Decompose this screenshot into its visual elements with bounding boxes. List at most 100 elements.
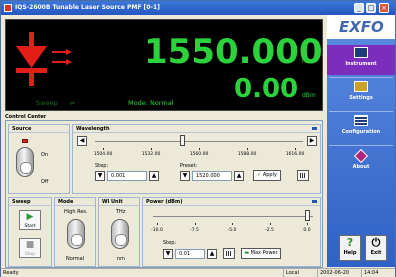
mode-title: Mode <box>55 198 95 206</box>
nav-divider <box>329 77 393 78</box>
power-scale-tick <box>269 223 271 225</box>
wavelength-step-down-button[interactable]: ▼ <box>95 171 105 181</box>
sweep-title: Sweep <box>9 198 51 206</box>
nav-item-about[interactable]: About <box>327 148 395 179</box>
help-label: Help <box>343 250 357 256</box>
sweep-indicator: Sweep <box>36 99 58 107</box>
title-bar: IQS-2600B Tunable Laser Source PMF [0-1]… <box>1 1 395 15</box>
max-power-button[interactable]: ▬ Max Power <box>241 248 281 259</box>
wl-unit-toggle[interactable] <box>111 219 129 249</box>
stop-icon: ■ <box>25 240 35 250</box>
nav-item-label: About <box>352 164 370 170</box>
nav-item-label: Instrument <box>345 61 377 67</box>
wavelength-title: Wavelength <box>73 125 320 133</box>
about-icon <box>353 148 369 164</box>
sweep-group: Sweep ▶ Start ■ Stop <box>8 197 52 267</box>
wavelength-slider-track <box>95 141 303 142</box>
power-step-field[interactable]: 0.01 <box>175 249 205 259</box>
play-icon: ▶ <box>26 212 34 222</box>
status-bar: Ready Local 2002-06-20 14:04 <box>1 268 395 277</box>
app-icon <box>4 4 12 12</box>
source-led <box>22 139 28 143</box>
preset-label: Preset: <box>180 163 198 169</box>
exit-button[interactable]: ⏻ Exit <box>365 235 387 261</box>
wavelength-increase-button[interactable]: ▶ <box>307 136 317 146</box>
help-button[interactable]: ? Help <box>339 235 361 261</box>
start-label: Start <box>24 224 36 229</box>
status-mode: Local <box>283 269 317 277</box>
nav-item-label: Configuration <box>341 129 381 135</box>
stop-label: Stop <box>24 252 36 257</box>
checkmark-icon: ✓ <box>257 172 262 178</box>
power-scale-tick-label: 0.0 <box>303 228 311 233</box>
maximize-button[interactable]: □ <box>366 3 376 13</box>
power-slider-track <box>153 216 313 217</box>
power-keypad-button[interactable] <box>223 248 235 259</box>
main-display: 1550.000 nm 0.00 dBm Sweep ⇌ Mode: Norma… <box>5 19 323 111</box>
power-indicator <box>312 200 317 203</box>
wavelength-scale-tick-label: 1560.00 <box>189 152 209 157</box>
mode-toggle[interactable] <box>67 219 85 249</box>
wavelength-step-label: Step: <box>95 163 109 169</box>
source-toggle[interactable] <box>16 147 34 177</box>
power-step-label: Step: <box>163 240 177 246</box>
settings-icon <box>354 81 368 92</box>
nav-item-settings[interactable]: Settings <box>327 79 395 109</box>
apply-button[interactable]: ✓ Apply <box>253 170 281 181</box>
app-window: IQS-2600B Tunable Laser Source PMF [0-1]… <box>0 0 396 277</box>
wavelength-scale-tick <box>151 148 152 150</box>
wavelength-scale-tick <box>199 148 200 150</box>
max-power-label: Max Power <box>250 250 278 256</box>
power-icon: ⏻ <box>371 236 381 249</box>
status-time: 14:04 <box>361 269 395 277</box>
wavelength-scale-tick <box>295 148 296 150</box>
power-slider-thumb[interactable] <box>305 210 310 221</box>
wavelength-scale-tick <box>247 148 248 150</box>
power-step-up-button[interactable]: ▲ <box>207 249 217 259</box>
status-date: 2002-06-20 <box>317 269 361 277</box>
power-readout: 0.00 <box>234 74 299 104</box>
source-on-label: On <box>41 152 49 158</box>
wavelength-step-up-button[interactable]: ▲ <box>149 171 159 181</box>
wavelength-unit: nm <box>302 58 312 65</box>
power-scale-tick-label: -5.0 <box>227 228 237 233</box>
wl-unit-title: Wl Unit <box>99 198 139 206</box>
keypad-button[interactable] <box>297 170 309 181</box>
preset-up-button[interactable]: ▲ <box>234 171 244 181</box>
wavelength-scale-tick-label: 1532.00 <box>141 152 161 157</box>
source-title: Source <box>9 125 69 133</box>
wavelength-indicator <box>312 127 317 130</box>
preset-down-button[interactable]: ▼ <box>180 171 190 181</box>
mode-high-res-label: High Res. <box>64 209 88 215</box>
nav-panel: EXFO Instrument Settings Configuration A… <box>327 15 395 267</box>
nav-item-instrument[interactable]: Instrument <box>327 45 395 75</box>
mode-indicator: Mode: Normal <box>128 99 174 107</box>
mode-group: Mode High Res. Normal <box>54 197 96 267</box>
sweep-stop-button[interactable]: ■ Stop <box>19 238 41 258</box>
power-scale-tick <box>307 223 308 225</box>
control-center: Source On Off Wavelength ◀ ▶ 1504.00 1532… <box>5 120 323 268</box>
power-scale-tick-label: -10.0 <box>151 228 163 233</box>
wavelength-slider-thumb[interactable] <box>179 135 185 146</box>
minimize-button[interactable]: _ <box>354 3 364 13</box>
power-step-down-button[interactable]: ▼ <box>163 249 173 259</box>
wl-unit-nm-label: nm <box>117 256 126 262</box>
preset-field[interactable]: 1520.000 <box>192 171 232 181</box>
mode-normal-label: Normal <box>66 256 85 262</box>
sweep-start-button[interactable]: ▶ Start <box>19 210 41 230</box>
wl-unit-thz-label: THz <box>116 209 126 215</box>
wavelength-scale-tick-label: 1616.00 <box>285 152 305 157</box>
wavelength-decrease-button[interactable]: ◀ <box>77 136 87 146</box>
window-title: IQS-2600B Tunable Laser Source PMF [0-1] <box>15 4 160 11</box>
close-button[interactable]: × <box>379 3 389 13</box>
instrument-icon <box>354 47 368 58</box>
power-scale-tick <box>157 223 158 225</box>
power-scale-tick <box>194 223 196 225</box>
nav-item-configuration[interactable]: Configuration <box>327 113 395 143</box>
source-group: Source On Off <box>8 124 70 194</box>
apply-label: Apply <box>262 172 277 178</box>
laser-diode-icon <box>16 32 72 86</box>
wavelength-step-field[interactable]: 0.001 <box>107 171 147 181</box>
source-off-label: Off <box>41 179 49 185</box>
exfo-logo: EXFO <box>339 18 384 36</box>
